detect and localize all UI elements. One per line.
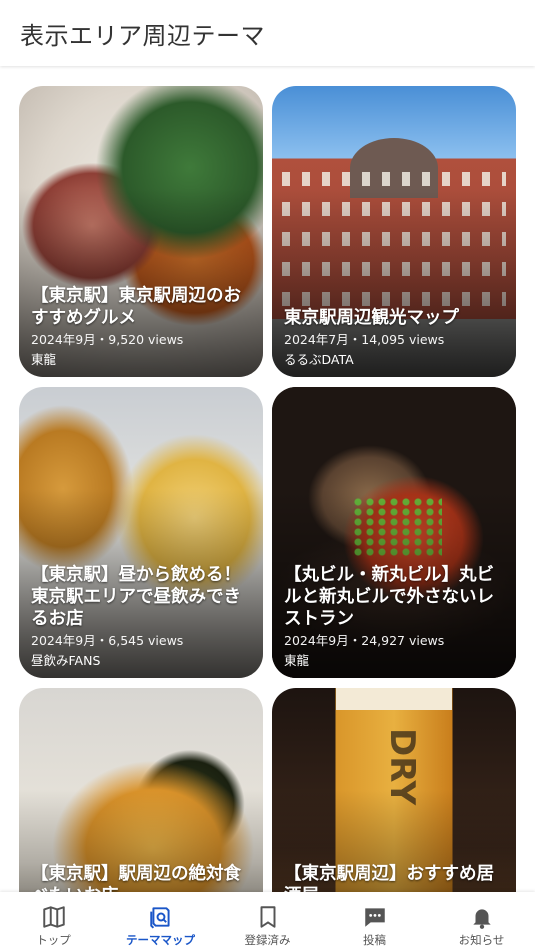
page-title: 表示エリア周辺テーマ (20, 22, 265, 50)
card-meta: 2024年7月・14,095 views (284, 332, 445, 347)
card-title: 【丸ビル・新丸ビル】丸ビルと新丸ビルで外さないレストラン (284, 565, 494, 629)
card-meta: 2024年9月・6,545 views (31, 633, 184, 648)
theme-card[interactable]: 【東京駅】東京駅周辺のおすすめグルメ 2024年9月・9,520 views 東… (19, 86, 263, 377)
bottom-nav: トップ テーママップ 登録済み 投稿 お知らせ (0, 892, 535, 951)
theme-card-grid[interactable]: 【東京駅】東京駅周辺のおすすめグルメ 2024年9月・9,520 views 東… (0, 66, 535, 892)
nav-label: 投稿 (363, 933, 386, 947)
nav-item-notices[interactable]: お知らせ (428, 892, 535, 951)
nav-item-theme-map[interactable]: テーママップ (107, 892, 214, 951)
nav-label: テーママップ (126, 933, 195, 947)
chat-post-icon (364, 908, 385, 927)
nav-label: トップ (36, 933, 71, 947)
card-title: 【東京駅】駅周辺の絶対食べたいお店 (31, 864, 241, 892)
card-author: 東龍 (284, 653, 310, 668)
nav-label: お知らせ (458, 933, 505, 947)
card-title: 【東京駅】昼から飲める！ 東京駅エリアで昼飲みできるお店 (31, 565, 241, 629)
nav-item-top[interactable]: トップ (0, 892, 107, 951)
card-title: 【東京駅周辺】おすすめ居酒屋 (284, 864, 494, 892)
card-author: るるぶDATA (284, 352, 354, 367)
nav-label: 登録済み (244, 933, 291, 947)
theme-map-icon (149, 907, 170, 929)
card-meta: 2024年9月・9,520 views (31, 332, 184, 347)
nav-item-post[interactable]: 投稿 (321, 892, 428, 951)
map-book-icon (42, 906, 65, 928)
card-meta: 2024年9月・24,927 views (284, 633, 445, 648)
card-author: 東龍 (31, 352, 57, 367)
nav-item-saved[interactable]: 登録済み (214, 892, 321, 951)
card-title: 【東京駅】東京駅周辺のおすすめグルメ (31, 286, 241, 328)
card-title: 東京駅周辺観光マップ (284, 308, 459, 328)
theme-card[interactable]: 【東京駅】駅周辺の絶対食べたいお店 (19, 688, 263, 892)
theme-card[interactable]: 東京駅周辺観光マップ 2024年7月・14,095 views るるぶDATA (272, 86, 516, 377)
bell-icon (472, 909, 491, 929)
theme-card[interactable]: 【東京駅】昼から飲める！ 東京駅エリアで昼飲みできるお店 2024年9月・6,5… (19, 387, 263, 678)
app-header: 表示エリア周辺テーマ (0, 0, 535, 66)
card-author: 昼飲みFANS (31, 653, 101, 668)
theme-card[interactable]: DRY 【東京駅周辺】おすすめ居酒屋 (272, 688, 516, 892)
bookmark-icon (260, 906, 275, 928)
theme-card[interactable]: 【丸ビル・新丸ビル】丸ビルと新丸ビルで外さないレストラン 2024年9月・24,… (272, 387, 516, 678)
